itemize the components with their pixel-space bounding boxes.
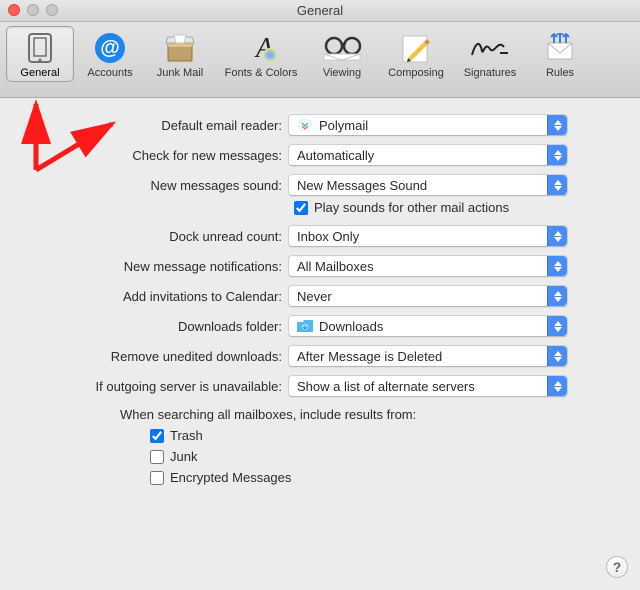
- select-value: Polymail: [319, 118, 368, 133]
- select-default-reader[interactable]: Polymail: [288, 114, 568, 136]
- accounts-icon: @: [93, 31, 127, 65]
- label-include-junk: Junk: [170, 449, 197, 464]
- chevron-updown-icon: [547, 376, 567, 396]
- checkbox-include-junk[interactable]: [150, 450, 164, 464]
- select-check-messages[interactable]: Automatically: [288, 144, 568, 166]
- chevron-updown-icon: [547, 346, 567, 366]
- window-titlebar: General: [0, 0, 640, 22]
- label-play-other-sounds: Play sounds for other mail actions: [314, 200, 509, 215]
- label-outgoing-unavailable: If outgoing server is unavailable:: [10, 379, 288, 394]
- select-dock-unread-count[interactable]: Inbox Only: [288, 225, 568, 247]
- tab-accounts[interactable]: @ Accounts: [76, 26, 144, 82]
- svg-text:@: @: [100, 37, 120, 59]
- tab-label: Composing: [388, 67, 444, 79]
- checkbox-play-other-sounds[interactable]: [294, 201, 308, 215]
- chevron-updown-icon: [547, 115, 567, 135]
- tab-label: Fonts & Colors: [225, 67, 298, 79]
- checkbox-include-encrypted[interactable]: [150, 471, 164, 485]
- select-downloads-folder[interactable]: Downloads: [288, 315, 568, 337]
- zoom-window-button[interactable]: [46, 4, 58, 16]
- viewing-icon: [322, 34, 362, 62]
- select-value: Inbox Only: [297, 229, 359, 244]
- chevron-updown-icon: [547, 316, 567, 336]
- chevron-updown-icon: [547, 286, 567, 306]
- folder-icon: [297, 318, 313, 334]
- chevron-updown-icon: [547, 175, 567, 195]
- label-new-message-notifications: New message notifications:: [10, 259, 288, 274]
- label-check-messages: Check for new messages:: [10, 148, 288, 163]
- tab-signatures[interactable]: Signatures: [456, 26, 524, 82]
- label-search-include-heading: When searching all mailboxes, include re…: [120, 407, 620, 422]
- general-settings-pane: Default email reader: Polymail Check for…: [0, 98, 640, 501]
- chevron-updown-icon: [547, 256, 567, 276]
- select-value: New Messages Sound: [297, 178, 427, 193]
- help-button[interactable]: ?: [606, 556, 628, 578]
- select-value: Downloads: [319, 319, 383, 334]
- select-outgoing-unavailable[interactable]: Show a list of alternate servers: [288, 375, 568, 397]
- label-add-invitations: Add invitations to Calendar:: [10, 289, 288, 304]
- close-window-button[interactable]: [8, 4, 20, 16]
- rules-icon: [544, 33, 576, 63]
- composing-icon: [400, 32, 432, 64]
- tab-rules[interactable]: Rules: [526, 26, 594, 82]
- select-new-message-notifications[interactable]: All Mailboxes: [288, 255, 568, 277]
- chevron-updown-icon: [547, 145, 567, 165]
- tab-fonts-colors[interactable]: A Fonts & Colors: [216, 26, 306, 82]
- chevron-updown-icon: [547, 226, 567, 246]
- fonts-colors-icon: A: [244, 31, 278, 65]
- signatures-icon: [470, 35, 510, 61]
- select-value: Never: [297, 289, 332, 304]
- tab-viewing[interactable]: Viewing: [308, 26, 376, 82]
- select-remove-downloads[interactable]: After Message is Deleted: [288, 345, 568, 367]
- select-add-invitations[interactable]: Never: [288, 285, 568, 307]
- select-value: Show a list of alternate servers: [297, 379, 475, 394]
- tab-label: Rules: [546, 67, 574, 79]
- tab-junk-mail[interactable]: Junk Mail: [146, 26, 214, 82]
- label-downloads-folder: Downloads folder:: [10, 319, 288, 334]
- window-title: General: [297, 3, 343, 18]
- label-new-messages-sound: New messages sound:: [10, 178, 288, 193]
- tab-label: Accounts: [87, 67, 132, 79]
- minimize-window-button[interactable]: [27, 4, 39, 16]
- tab-label: Signatures: [464, 67, 517, 79]
- tab-label: General: [20, 67, 59, 79]
- junk-mail-icon: [163, 33, 197, 63]
- tab-label: Viewing: [323, 67, 361, 79]
- tab-label: Junk Mail: [157, 67, 203, 79]
- checkbox-include-trash[interactable]: [150, 429, 164, 443]
- label-include-encrypted: Encrypted Messages: [170, 470, 291, 485]
- polymail-app-icon: [297, 117, 313, 133]
- label-default-reader: Default email reader:: [10, 118, 288, 133]
- tab-general[interactable]: General: [6, 26, 74, 82]
- select-new-messages-sound[interactable]: New Messages Sound: [288, 174, 568, 196]
- select-value: After Message is Deleted: [297, 349, 442, 364]
- select-value: Automatically: [297, 148, 374, 163]
- label-include-trash: Trash: [170, 428, 203, 443]
- tab-composing[interactable]: Composing: [378, 26, 454, 82]
- preferences-toolbar: General @ Accounts Junk Mail A: [0, 22, 640, 98]
- general-icon: [27, 32, 53, 64]
- label-remove-downloads: Remove unedited downloads:: [10, 349, 288, 364]
- select-value: All Mailboxes: [297, 259, 374, 274]
- label-dock-unread-count: Dock unread count:: [10, 229, 288, 244]
